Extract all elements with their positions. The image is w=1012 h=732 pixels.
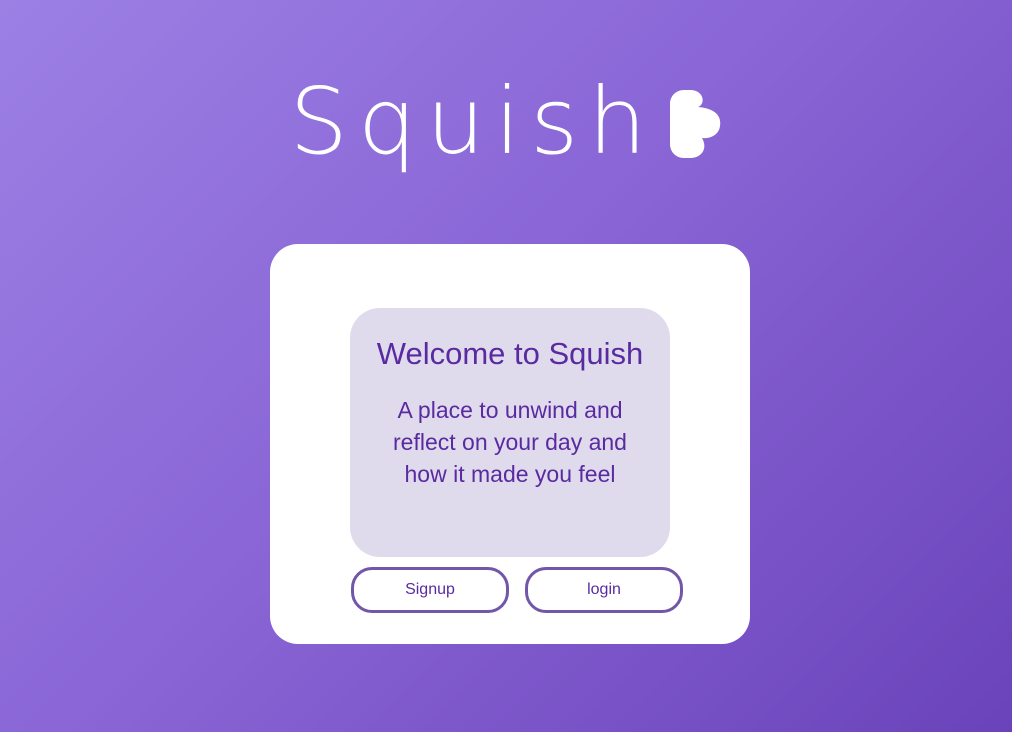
welcome-subtitle: A place to unwind and reflect on your da… bbox=[393, 397, 627, 487]
app-name: Squish bbox=[289, 68, 657, 175]
login-button[interactable]: login bbox=[525, 567, 683, 613]
welcome-title: Welcome to Squish bbox=[376, 336, 644, 371]
page: { "app": { "name": "Squish", "logo_icon"… bbox=[0, 0, 1012, 732]
squish-blob-icon bbox=[670, 90, 721, 158]
welcome-card: Welcome to Squish A place to unwind and … bbox=[270, 244, 750, 644]
app-logo: Squish bbox=[0, 72, 1012, 192]
signup-button[interactable]: Signup bbox=[351, 567, 509, 613]
welcome-box: Welcome to Squish A place to unwind and … bbox=[350, 308, 670, 557]
